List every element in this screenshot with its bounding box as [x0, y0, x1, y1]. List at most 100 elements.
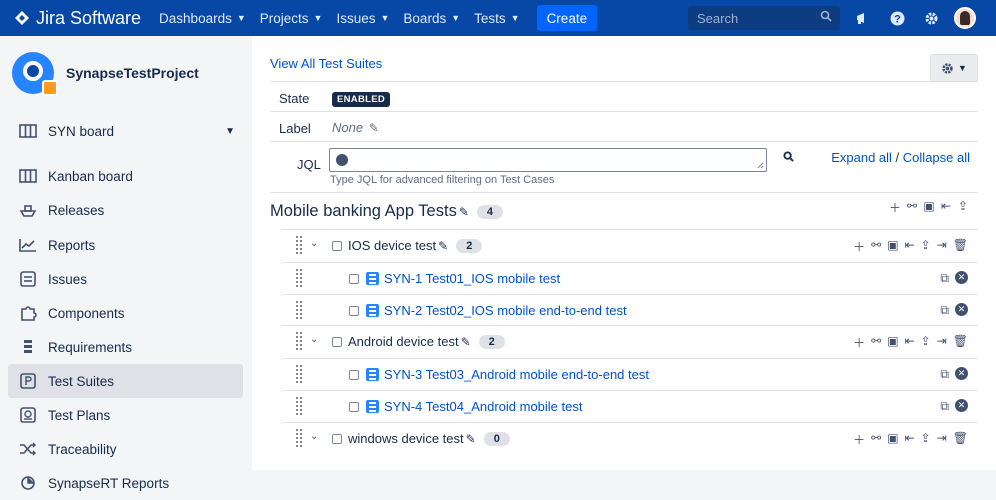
user-avatar[interactable]: [948, 7, 982, 29]
sidebar-item-components[interactable]: Components: [8, 296, 243, 330]
sidebar-item-synapsert-reports[interactable]: SynapseRT Reports: [8, 466, 243, 500]
import-icon[interactable]: ⇤: [939, 199, 953, 216]
row-checkbox[interactable]: [349, 370, 359, 380]
collapse-all-link[interactable]: Collapse all: [903, 150, 970, 165]
row-checkbox[interactable]: [332, 241, 342, 251]
import-icon[interactable]: ⇤: [905, 334, 915, 351]
drag-handle-icon[interactable]: [296, 429, 302, 447]
nav-boards[interactable]: Boards ▼: [403, 11, 460, 26]
chevron-down-icon[interactable]: ⌄: [310, 431, 318, 442]
plan-icon[interactable]: ▣: [922, 199, 936, 216]
board-selector[interactable]: SYN board ▼: [8, 114, 243, 148]
test-case-row[interactable]: SYN-2 Test02_IOS mobile end-to-end test …: [282, 294, 978, 326]
link-icon[interactable]: ⚯: [871, 238, 881, 255]
sidebar-item-reports[interactable]: Reports: [8, 228, 243, 262]
trash-icon[interactable]: 🗑: [953, 238, 968, 255]
test-case-row[interactable]: SYN-1 Test01_IOS mobile test ⧉ ✕: [282, 262, 978, 294]
row-checkbox[interactable]: [349, 306, 359, 316]
pencil-icon[interactable]: ✎: [369, 121, 379, 135]
move-icon[interactable]: ⇥: [937, 238, 947, 255]
copy-icon[interactable]: ⧉: [940, 271, 949, 286]
test-case-link[interactable]: SYN-4 Test04_Android mobile test: [366, 399, 582, 414]
drag-handle-icon[interactable]: [296, 301, 302, 319]
search-icon[interactable]: [783, 151, 794, 162]
sidebar-item-test-plans[interactable]: Test Plans: [8, 398, 243, 432]
export-icon[interactable]: ⇪: [921, 334, 931, 351]
import-icon[interactable]: ⇤: [905, 238, 915, 255]
add-icon[interactable]: ＋: [888, 199, 902, 216]
close-icon[interactable]: ✕: [955, 367, 968, 380]
sidebar-item-requirements[interactable]: Requirements: [8, 330, 243, 364]
test-case-link[interactable]: SYN-3 Test03_Android mobile end-to-end t…: [366, 367, 649, 382]
drag-handle-icon[interactable]: [296, 332, 302, 350]
add-icon[interactable]: ＋: [853, 238, 865, 255]
test-case-row[interactable]: SYN-3 Test03_Android mobile end-to-end t…: [282, 358, 978, 390]
kanban-icon: [18, 167, 38, 185]
drag-handle-icon[interactable]: [296, 397, 302, 415]
row-checkbox[interactable]: [332, 337, 342, 347]
gear-icon[interactable]: [914, 11, 948, 26]
nav-dashboards[interactable]: Dashboards ▼: [159, 11, 246, 26]
sidebar-item-test-suites[interactable]: Test Suites: [8, 364, 243, 398]
drag-handle-icon[interactable]: [296, 236, 302, 254]
pencil-icon[interactable]: ✎: [461, 335, 471, 349]
chevron-down-icon[interactable]: ⌄: [310, 334, 318, 345]
project-header[interactable]: SynapseTestProject: [12, 52, 199, 96]
close-icon[interactable]: ✕: [955, 271, 968, 284]
megaphone-icon[interactable]: [846, 11, 880, 25]
add-icon[interactable]: ＋: [853, 334, 865, 351]
test-case-row[interactable]: SYN-4 Test04_Android mobile test ⧉ ✕: [282, 390, 978, 422]
import-icon[interactable]: ⇤: [905, 431, 915, 448]
drag-handle-icon[interactable]: [296, 269, 302, 287]
sidebar-item-traceability[interactable]: Traceability: [8, 432, 243, 466]
close-icon[interactable]: ✕: [955, 399, 968, 412]
test-suite-row[interactable]: ⌄ windows device test ✎ 0 ＋ ⚯ ▣ ⇤ ⇪ ⇥ 🗑: [282, 422, 978, 454]
test-case-link[interactable]: SYN-1 Test01_IOS mobile test: [366, 271, 560, 286]
help-icon[interactable]: ?: [880, 11, 914, 26]
sidebar-item-issues[interactable]: Issues: [8, 262, 243, 296]
add-icon[interactable]: ＋: [853, 431, 865, 448]
move-icon[interactable]: ⇥: [937, 431, 947, 448]
test-suite-row[interactable]: ⌄ IOS device test ✎ 2 ＋ ⚯ ▣ ⇤ ⇪ ⇥ 🗑: [282, 229, 978, 261]
export-icon[interactable]: ⇪: [921, 238, 931, 255]
sidebar-item-kanban-board[interactable]: Kanban board: [8, 159, 243, 193]
row-checkbox[interactable]: [332, 434, 342, 444]
copy-icon[interactable]: ⧉: [940, 303, 949, 318]
settings-menu-button[interactable]: ▼: [930, 54, 978, 82]
expand-all-link[interactable]: Expand all: [831, 150, 892, 165]
resize-handle-icon[interactable]: [757, 162, 764, 169]
test-suite-row[interactable]: ⌄ Android device test ✎ 2 ＋ ⚯ ▣ ⇤ ⇪ ⇥ 🗑: [282, 325, 978, 357]
move-icon[interactable]: ⇥: [937, 334, 947, 351]
pencil-icon[interactable]: ✎: [438, 239, 448, 253]
link-icon[interactable]: ⚯: [871, 334, 881, 351]
plan-icon[interactable]: ▣: [887, 431, 898, 448]
jira-logo[interactable]: Jira Software: [14, 8, 141, 29]
pencil-icon[interactable]: ✎: [466, 432, 476, 446]
row-checkbox[interactable]: [349, 274, 359, 284]
pencil-icon[interactable]: ✎: [459, 205, 469, 219]
nav-projects[interactable]: Projects ▼: [260, 11, 323, 26]
search-input[interactable]: Search: [688, 6, 840, 30]
jql-input[interactable]: [329, 148, 767, 172]
sidebar-item-releases[interactable]: Releases: [8, 193, 243, 227]
copy-icon[interactable]: ⧉: [940, 367, 949, 382]
copy-icon[interactable]: ⧉: [940, 399, 949, 414]
plan-icon[interactable]: ▣: [887, 238, 898, 255]
row-checkbox[interactable]: [349, 402, 359, 412]
export-icon[interactable]: ⇪: [956, 199, 970, 216]
label-value[interactable]: None ✎: [332, 120, 379, 135]
nav-issues[interactable]: Issues ▼: [336, 11, 389, 26]
link-icon[interactable]: ⚯: [871, 431, 881, 448]
test-case-link[interactable]: SYN-2 Test02_IOS mobile end-to-end test: [366, 303, 627, 318]
nav-tests[interactable]: Tests ▼: [474, 11, 519, 26]
link-icon[interactable]: ⚯: [905, 199, 919, 216]
export-icon[interactable]: ⇪: [921, 431, 931, 448]
plan-icon[interactable]: ▣: [887, 334, 898, 351]
trash-icon[interactable]: 🗑: [953, 431, 968, 448]
chevron-down-icon[interactable]: ⌄: [310, 238, 318, 249]
trash-icon[interactable]: 🗑: [953, 334, 968, 351]
create-button[interactable]: Create: [536, 5, 598, 31]
close-icon[interactable]: ✕: [955, 303, 968, 316]
view-all-test-suites-link[interactable]: View All Test Suites: [270, 56, 382, 71]
drag-handle-icon[interactable]: [296, 365, 302, 383]
